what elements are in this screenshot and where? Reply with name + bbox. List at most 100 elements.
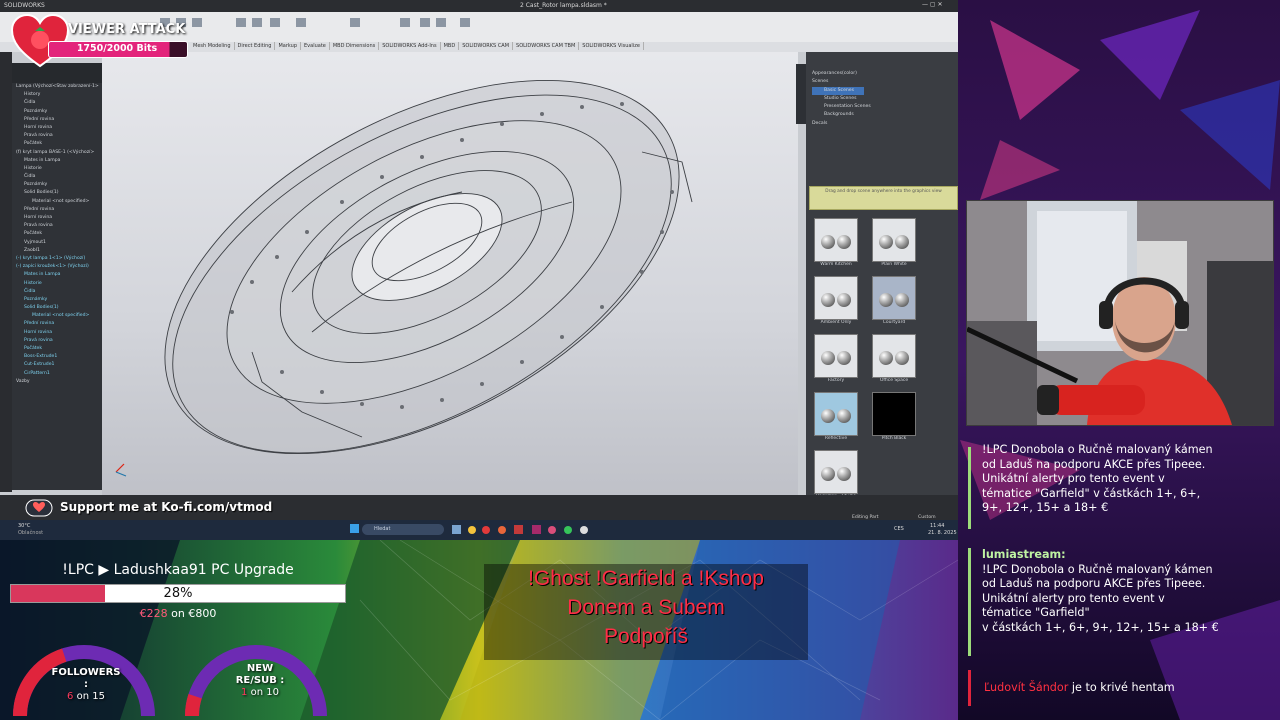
feature-tree-item[interactable]: Počátek xyxy=(12,345,102,353)
sphere-icon xyxy=(837,351,851,365)
feature-tree-item[interactable]: CirPattern1 xyxy=(12,370,102,378)
brake-rotor-model[interactable] xyxy=(102,52,798,495)
weather-temp[interactable]: 30°C xyxy=(18,523,30,529)
feature-tree-item[interactable]: Čidla xyxy=(12,288,102,296)
scene-thumbnail[interactable]: Courtyard xyxy=(872,276,916,325)
feature-manager-tree[interactable]: Lampa (Výchozí<Stav zobrazení-1> History Č… xyxy=(12,63,102,490)
scene-thumbnail[interactable]: Factory xyxy=(814,334,858,383)
feature-tree-item[interactable]: Solid Bodies(1) xyxy=(12,189,102,197)
feature-tree-item[interactable]: Cut-Extrude1 xyxy=(12,361,102,369)
clock-date[interactable]: 21. 8. 2025 xyxy=(928,530,957,536)
tab-cam-tbm[interactable]: SOLIDWORKS CAM TBM xyxy=(513,42,580,50)
feature-tree-item[interactable]: Poznámky xyxy=(12,108,102,116)
feature-tree-item[interactable]: Material <not specified> xyxy=(12,312,102,320)
scene-preview[interactable] xyxy=(814,392,858,436)
feature-tree-item[interactable]: Pravá rovina xyxy=(12,222,102,230)
chat-username[interactable]: lumiastream: xyxy=(982,548,1272,563)
feature-tree-item[interactable]: Solid Bodies(1) xyxy=(12,304,102,312)
feature-tree-item[interactable]: Poznámky xyxy=(12,296,102,304)
feature-tree-item[interactable]: Přední rovina xyxy=(12,206,102,214)
tab-mbd-dimensions[interactable]: MBD Dimensions xyxy=(330,42,380,50)
tab-mesh-modeling[interactable]: Mesh Modeling xyxy=(190,42,235,50)
tree-backgrounds[interactable]: Backgrounds xyxy=(812,111,871,119)
feature-tree-item[interactable]: Vyjmout1 xyxy=(12,239,102,247)
scene-preview[interactable] xyxy=(814,450,858,494)
tree-presentation-scenes[interactable]: Presentation Scenes xyxy=(812,103,871,111)
feature-tree-item[interactable]: Přední rovina xyxy=(12,320,102,328)
kofi-cup-icon xyxy=(25,499,53,517)
feature-tree-item[interactable]: (-) zapíci kroužek<1> (Výchozí) xyxy=(12,263,102,271)
tab-mbd[interactable]: MBD xyxy=(441,42,460,50)
followers-sep: on xyxy=(73,691,93,702)
feature-tree-item[interactable]: Zaobl1 xyxy=(12,247,102,255)
scene-thumbnail[interactable]: Plain White xyxy=(872,218,916,267)
feature-tree-item[interactable]: Pravá rovina xyxy=(12,132,102,140)
tab-direct-editing[interactable]: Direct Editing xyxy=(235,42,276,50)
scene-thumbnail[interactable]: Office Space xyxy=(872,334,916,383)
chat-message-2-text: lumiastream: !LPC Donobola o Ručně malov… xyxy=(968,548,1272,636)
tree-scenes[interactable]: Scenes xyxy=(812,78,871,86)
chat-username[interactable]: Ľudovít Šándor xyxy=(984,681,1068,694)
feature-tree-item[interactable]: Mates in Lampa xyxy=(12,271,102,279)
scene-thumbnail[interactable]: Pitch Black xyxy=(872,392,916,441)
followers-label: FOLLOWERS xyxy=(51,667,121,678)
tab-cam[interactable]: SOLIDWORKS CAM xyxy=(459,42,514,50)
feature-tree-item[interactable]: Lampa (Výchozí<Stav zobrazení-1> xyxy=(12,83,102,91)
feature-tree-item[interactable]: (f) kryt lampa BASE-1 (<Výchozí> xyxy=(12,149,102,157)
feature-tree-item[interactable]: Poznámky xyxy=(12,181,102,189)
scene-preview[interactable] xyxy=(814,276,858,320)
tree-decals[interactable]: Decals xyxy=(812,120,871,128)
feature-tree-item[interactable]: Boss-Extrude1 xyxy=(12,353,102,361)
feature-tree-item[interactable]: Horní rovina xyxy=(12,124,102,132)
weather-desc: Oblačnost xyxy=(18,530,44,536)
window-controls[interactable]: — ▢ ✕ xyxy=(922,1,943,8)
feature-tree-item[interactable]: Historie xyxy=(12,165,102,173)
scene-preview[interactable] xyxy=(872,334,916,378)
clock-time[interactable]: 11:44 xyxy=(930,523,944,529)
sphere-icon xyxy=(895,235,909,249)
feature-tree-item[interactable]: Horní rovina xyxy=(12,214,102,222)
start-button[interactable] xyxy=(350,524,359,533)
sphere-icon xyxy=(821,293,835,307)
taskbar-app-icons[interactable] xyxy=(452,524,612,536)
feature-tree-item[interactable]: Čidla xyxy=(12,99,102,107)
scene-label: Pitch Black xyxy=(881,436,907,441)
feature-tree-item[interactable]: (-) kryt lampa 1<1> (Výchozí) xyxy=(12,255,102,263)
feature-tree-item[interactable]: Material <not specified> xyxy=(12,198,102,206)
feature-tree-item[interactable]: Historie xyxy=(12,280,102,288)
windows-taskbar[interactable]: 30°C Oblačnost CES 11:44 21. 8. 2025 xyxy=(0,520,958,540)
taskbar-search[interactable]: Hledat xyxy=(362,524,444,535)
tab-addins[interactable]: SOLIDWORKS Add-Ins xyxy=(379,42,441,50)
feature-tree-item[interactable]: Počátek xyxy=(12,230,102,238)
feature-tree-item[interactable]: Pravá rovina xyxy=(12,337,102,345)
scene-thumbnail[interactable]: Warm Kitchen xyxy=(814,218,858,267)
scene-thumbnail[interactable]: Ambient Only xyxy=(814,276,858,325)
language-indicator[interactable]: CES xyxy=(894,526,904,532)
tab-visualize[interactable]: SOLIDWORKS Visualize xyxy=(579,42,644,50)
scene-preview[interactable] xyxy=(814,218,858,262)
tree-basic-scenes[interactable]: Basic Scenes xyxy=(812,86,864,95)
goal-sep: on xyxy=(167,607,189,620)
scene-preview[interactable] xyxy=(872,218,916,262)
appearance-tree[interactable]: Appearances(color) Scenes Basic Scenes S… xyxy=(812,70,871,128)
scene-thumbnail[interactable]: Reflective xyxy=(814,392,858,441)
feature-tree-item[interactable]: History xyxy=(12,91,102,99)
tab-markup[interactable]: Markup xyxy=(275,42,302,50)
scene-preview[interactable] xyxy=(814,334,858,378)
feature-tree-item[interactable]: Přední rovina xyxy=(12,116,102,124)
feature-tree-item[interactable]: Čidla xyxy=(12,173,102,181)
panel-tabs-strip[interactable] xyxy=(0,52,12,492)
chat-message-1-text: !LPC Donobola o Ručně malovaný kámen od … xyxy=(968,443,1272,516)
feature-tree-item[interactable]: Vazby xyxy=(12,378,102,386)
graphics-area[interactable] xyxy=(102,52,798,495)
feature-tree-item[interactable]: Mates in Lampa xyxy=(12,157,102,165)
chat-message-3: Ľudovít Šándor je to krivé hentam xyxy=(968,670,1272,706)
task-pane-tabs[interactable] xyxy=(796,64,806,124)
scene-preview[interactable] xyxy=(872,392,916,436)
tree-studio-scenes[interactable]: Studio Scenes xyxy=(812,95,871,103)
tree-appearances[interactable]: Appearances(color) xyxy=(812,70,871,78)
feature-tree-item[interactable]: Horní rovina xyxy=(12,329,102,337)
feature-tree-item[interactable]: Počátek xyxy=(12,140,102,148)
tab-evaluate[interactable]: Evaluate xyxy=(301,42,330,50)
scene-preview[interactable] xyxy=(872,276,916,320)
